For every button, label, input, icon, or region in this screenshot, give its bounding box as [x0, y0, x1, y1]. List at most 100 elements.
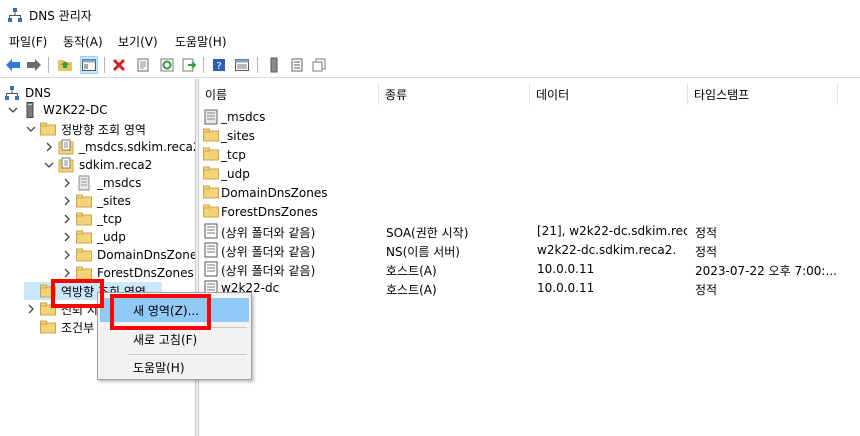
- folder-icon: [203, 185, 219, 201]
- tree-label: 조건부: [61, 320, 95, 335]
- menu-bar: 파일(F) 동작(A) 보기(V) 도움말(H): [0, 31, 860, 51]
- properties-icon[interactable]: [134, 56, 152, 74]
- record-icon: [203, 261, 219, 277]
- menu-view[interactable]: 보기(V): [118, 33, 158, 50]
- console-icon[interactable]: [233, 56, 251, 74]
- chevron-down-icon[interactable]: [42, 158, 56, 172]
- chevron-right-icon[interactable]: [60, 212, 74, 226]
- menu-item-new-zone[interactable]: 새 영역(Z)...: [100, 298, 249, 322]
- cell-name: _udp: [221, 167, 250, 181]
- column-header-timestamp[interactable]: 타임스탬프: [688, 83, 838, 105]
- chevron-right-icon[interactable]: [24, 302, 38, 316]
- list-icon[interactable]: [288, 56, 306, 74]
- zone-icon: [58, 139, 74, 155]
- menu-help[interactable]: 도움말(H): [175, 33, 227, 50]
- export-icon[interactable]: [180, 56, 198, 74]
- server-icon[interactable]: [265, 56, 283, 74]
- menu-file[interactable]: 파일(F): [9, 33, 47, 50]
- tree-item-forward-zones[interactable]: 정방향 조회 영역: [24, 120, 146, 138]
- tree-label: DNS: [25, 86, 51, 100]
- folder-icon: [76, 247, 92, 263]
- list-row[interactable]: (상위 폴더와 같음) SOA(권한 시작) [21], w2k22-dc.sd…: [199, 222, 860, 241]
- folder-icon: [40, 283, 56, 299]
- cell-timestamp: 2023-07-22 오후 7:00:...: [695, 264, 837, 278]
- tree-item-tcp[interactable]: _tcp: [60, 210, 122, 228]
- cell-data: 10.0.0.11: [537, 262, 595, 276]
- cell-type: 호스트(A): [386, 283, 437, 297]
- chevron-right-icon[interactable]: [42, 140, 56, 154]
- folder-icon: [76, 265, 92, 281]
- chevron-right-icon[interactable]: [60, 248, 74, 262]
- cell-name: _sites: [221, 129, 255, 143]
- list-row[interactable]: DomainDnsZones: [199, 184, 860, 203]
- forward-arrow-icon[interactable]: [25, 56, 43, 74]
- folder-icon: [203, 147, 219, 163]
- folder-icon: [203, 204, 219, 220]
- chevron-right-icon[interactable]: [60, 176, 74, 190]
- console-tree: DNS W2K22-DC 정방향 조회 영역 _msdcs.sdkim.reca…: [0, 79, 195, 436]
- cell-data: [21], w2k22-dc.sdkim.rec...: [537, 224, 687, 238]
- refresh-icon[interactable]: [158, 56, 176, 74]
- list-row[interactable]: (상위 폴더와 같음) NS(이름 서버) w2k22-dc.sdkim.rec…: [199, 241, 860, 260]
- tree-label: DomainDnsZones: [97, 248, 195, 262]
- menu-action[interactable]: 동작(A): [63, 33, 103, 50]
- list-row[interactable]: (상위 폴더와 같음) 호스트(A) 10.0.0.11 2023-07-22 …: [199, 260, 860, 279]
- menu-item-refresh[interactable]: 새로 고침(F): [100, 327, 249, 351]
- folder-icon: [76, 229, 92, 245]
- tree-item-conditional[interactable]: 조건부: [24, 318, 94, 336]
- cell-type: 호스트(A): [386, 264, 437, 278]
- column-header-type[interactable]: 종류: [379, 83, 530, 105]
- chevron-right-icon[interactable]: [60, 266, 74, 280]
- up-folder-icon[interactable]: [56, 56, 74, 74]
- tree-item-msdcs-zone[interactable]: _msdcs.sdkim.reca2: [42, 138, 195, 156]
- chevron-right-icon[interactable]: [60, 230, 74, 244]
- list-row[interactable]: w2k22-dc 호스트(A) 10.0.0.11 정적: [199, 279, 860, 298]
- cell-timestamp: 정적: [695, 245, 718, 259]
- cell-timestamp: 정적: [695, 283, 718, 297]
- list-row[interactable]: ForestDnsZones: [199, 203, 860, 222]
- tree-label: _tcp: [97, 212, 122, 226]
- svg-text:?: ?: [216, 61, 221, 72]
- tree-item-dns[interactable]: DNS: [4, 84, 51, 102]
- list-row[interactable]: _udp: [199, 165, 860, 184]
- menu-item-help[interactable]: 도움말(H): [100, 355, 249, 379]
- back-arrow-icon[interactable]: [4, 56, 22, 74]
- tree-item-udp[interactable]: _udp: [60, 228, 126, 246]
- cell-name: (상위 폴더와 같음): [221, 264, 316, 278]
- tree-label: _udp: [97, 230, 126, 244]
- title-bar: DNS 관리자: [0, 0, 860, 30]
- cell-type: NS(이름 서버): [386, 245, 460, 259]
- delegation-icon: [76, 175, 92, 191]
- chevron-down-icon[interactable]: [6, 103, 20, 117]
- dns-app-icon: [8, 8, 22, 22]
- column-header-name[interactable]: 이름: [199, 83, 379, 105]
- copy-icon[interactable]: [310, 56, 328, 74]
- list-row[interactable]: _sites: [199, 127, 860, 146]
- column-header-data[interactable]: 데이터: [530, 83, 688, 105]
- list-row[interactable]: _tcp: [199, 146, 860, 165]
- cell-type: SOA(권한 시작): [386, 226, 469, 240]
- list-row[interactable]: _msdcs: [199, 108, 860, 127]
- chevron-down-icon[interactable]: [24, 122, 38, 136]
- tree-item-server[interactable]: W2K22-DC: [6, 101, 108, 119]
- folder-icon: [76, 193, 92, 209]
- help-icon[interactable]: ?: [210, 56, 228, 74]
- show-hide-tree-icon[interactable]: [80, 56, 98, 74]
- folder-icon: [203, 166, 219, 182]
- cell-timestamp: 정적: [695, 226, 718, 240]
- delete-icon[interactable]: [110, 56, 128, 74]
- chevron-right-icon[interactable]: [60, 194, 74, 208]
- tree-item-main-zone[interactable]: sdkim.reca2: [42, 156, 152, 174]
- cell-name: (상위 폴더와 같음): [221, 226, 316, 240]
- tree-item-msdcs[interactable]: _msdcs: [60, 174, 141, 192]
- tree-item-domaindnszones[interactable]: DomainDnsZones: [60, 246, 195, 264]
- cell-name: (상위 폴더와 같음): [221, 245, 316, 259]
- delegation-icon: [203, 109, 219, 125]
- folder-icon: [40, 121, 56, 137]
- tree-item-sites[interactable]: _sites: [60, 192, 131, 210]
- dns-root-icon: [4, 85, 20, 101]
- tree-item-forestdnszones[interactable]: ForestDnsZones: [60, 264, 194, 282]
- tree-label: _sites: [97, 194, 131, 208]
- cell-name: _msdcs: [221, 110, 266, 124]
- tree-item-trust-points[interactable]: 신뢰 지: [24, 300, 98, 318]
